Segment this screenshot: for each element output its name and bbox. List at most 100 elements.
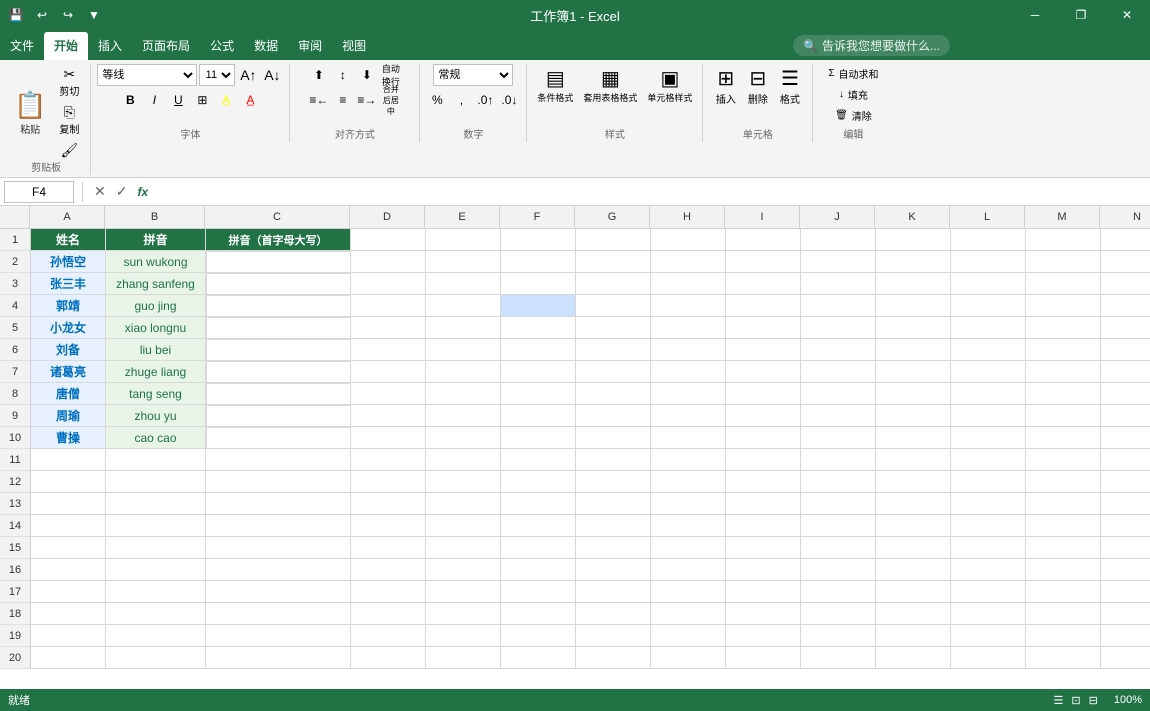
cell-r2-c14[interactable] bbox=[1101, 251, 1150, 273]
cell-r12-c4[interactable] bbox=[351, 471, 426, 493]
cell-r20-c14[interactable] bbox=[1101, 647, 1150, 669]
cell-r20-c2[interactable] bbox=[106, 647, 206, 669]
cell-r6-c10[interactable] bbox=[801, 339, 876, 361]
cell-r14-c7[interactable] bbox=[576, 515, 651, 537]
cell-r14-c1[interactable] bbox=[31, 515, 106, 537]
cell-r14-c14[interactable] bbox=[1101, 515, 1150, 537]
cell-r8-c4[interactable] bbox=[351, 383, 426, 405]
menu-home[interactable]: 开始 bbox=[44, 32, 88, 60]
cell-r18-c7[interactable] bbox=[576, 603, 651, 625]
cell-r5-c1[interactable]: 小龙女 bbox=[31, 317, 106, 339]
cell-r9-c6[interactable] bbox=[501, 405, 576, 427]
cell-r2-c13[interactable] bbox=[1026, 251, 1101, 273]
cell-r2-c8[interactable] bbox=[651, 251, 726, 273]
row-num-18[interactable]: 18 bbox=[0, 603, 30, 625]
cell-r8-c3[interactable] bbox=[206, 383, 351, 405]
sheet-page-break-view[interactable]: ⊟ bbox=[1089, 694, 1098, 707]
cell-r19-c11[interactable] bbox=[876, 625, 951, 647]
align-top-btn[interactable]: ⬆ bbox=[308, 64, 330, 86]
cell-r20-c10[interactable] bbox=[801, 647, 876, 669]
cell-r18-c2[interactable] bbox=[106, 603, 206, 625]
cell-r17-c11[interactable] bbox=[876, 581, 951, 603]
close-btn[interactable]: ✕ bbox=[1104, 0, 1150, 30]
sheet-page-layout-view[interactable]: ⊡ bbox=[1071, 694, 1080, 707]
col-header-i[interactable]: I bbox=[725, 206, 800, 228]
cell-r9-c7[interactable] bbox=[576, 405, 651, 427]
cell-r10-c6[interactable] bbox=[501, 427, 576, 449]
cell-r9-c14[interactable] bbox=[1101, 405, 1150, 427]
cell-r8-c13[interactable] bbox=[1026, 383, 1101, 405]
cell-r6-c13[interactable] bbox=[1026, 339, 1101, 361]
cell-r7-c13[interactable] bbox=[1026, 361, 1101, 383]
copy-btn[interactable]: ⎘ 复制 bbox=[54, 102, 84, 138]
cell-r6-c9[interactable] bbox=[726, 339, 801, 361]
cell-r20-c12[interactable] bbox=[951, 647, 1026, 669]
cell-r19-c1[interactable] bbox=[31, 625, 106, 647]
cell-r13-c5[interactable] bbox=[426, 493, 501, 515]
cell-r10-c14[interactable] bbox=[1101, 427, 1150, 449]
cell-r20-c3[interactable] bbox=[206, 647, 351, 669]
cell-r5-c7[interactable] bbox=[576, 317, 651, 339]
cell-r7-c8[interactable] bbox=[651, 361, 726, 383]
cell-r16-c4[interactable] bbox=[351, 559, 426, 581]
formula-confirm-btn[interactable]: ✓ bbox=[113, 183, 131, 200]
cell-r16-c3[interactable] bbox=[206, 559, 351, 581]
clear-btn[interactable]: 🗑 清除 bbox=[831, 106, 876, 125]
col-header-g[interactable]: G bbox=[575, 206, 650, 228]
cut-btn[interactable]: ✂ 剪切 bbox=[54, 64, 84, 100]
cell-r19-c13[interactable] bbox=[1026, 625, 1101, 647]
cell-r17-c3[interactable] bbox=[206, 581, 351, 603]
menu-insert[interactable]: 插入 bbox=[88, 32, 132, 60]
cell-r12-c7[interactable] bbox=[576, 471, 651, 493]
cell-r6-c6[interactable] bbox=[501, 339, 576, 361]
cell-r19-c3[interactable] bbox=[206, 625, 351, 647]
decimal-increase-btn[interactable]: .0↑ bbox=[474, 89, 496, 111]
row-num-2[interactable]: 2 bbox=[0, 251, 30, 273]
format-painter-btn[interactable]: 🖌 bbox=[54, 140, 84, 161]
row-num-16[interactable]: 16 bbox=[0, 559, 30, 581]
cell-r11-c2[interactable] bbox=[106, 449, 206, 471]
cell-r2-c3[interactable] bbox=[206, 251, 351, 273]
cell-r19-c4[interactable] bbox=[351, 625, 426, 647]
decimal-decrease-btn[interactable]: .0↓ bbox=[498, 89, 520, 111]
cell-r11-c13[interactable] bbox=[1026, 449, 1101, 471]
cell-r4-c4[interactable] bbox=[351, 295, 426, 317]
cell-r3-c5[interactable] bbox=[426, 273, 501, 295]
cell-r3-c11[interactable] bbox=[876, 273, 951, 295]
font-color-btn[interactable]: A̲ bbox=[239, 89, 261, 111]
cell-r13-c1[interactable] bbox=[31, 493, 106, 515]
cell-r7-c4[interactable] bbox=[351, 361, 426, 383]
cell-r19-c5[interactable] bbox=[426, 625, 501, 647]
cell-r19-c2[interactable] bbox=[106, 625, 206, 647]
cell-r18-c13[interactable] bbox=[1026, 603, 1101, 625]
cell-r6-c12[interactable] bbox=[951, 339, 1026, 361]
cell-r20-c4[interactable] bbox=[351, 647, 426, 669]
cell-r3-c1[interactable]: 张三丰 bbox=[31, 273, 106, 295]
cell-r5-c2[interactable]: xiao longnu bbox=[106, 317, 206, 339]
menu-view[interactable]: 视图 bbox=[332, 32, 376, 60]
cell-r15-c10[interactable] bbox=[801, 537, 876, 559]
cell-r2-c9[interactable] bbox=[726, 251, 801, 273]
cell-r20-c13[interactable] bbox=[1026, 647, 1101, 669]
font-name-select[interactable]: 等线 bbox=[97, 64, 197, 86]
cell-r17-c9[interactable] bbox=[726, 581, 801, 603]
col-header-e[interactable]: E bbox=[425, 206, 500, 228]
cell-r16-c14[interactable] bbox=[1101, 559, 1150, 581]
cell-r14-c6[interactable] bbox=[501, 515, 576, 537]
cell-r11-c14[interactable] bbox=[1101, 449, 1150, 471]
cell-r11-c4[interactable] bbox=[351, 449, 426, 471]
cell-r19-c10[interactable] bbox=[801, 625, 876, 647]
conditional-format-btn[interactable]: ▤ 条件格式 bbox=[533, 64, 577, 106]
cell-r8-c2[interactable]: tang seng bbox=[106, 383, 206, 405]
align-left-btn[interactable]: ≡← bbox=[308, 89, 330, 111]
font-decrease-btn[interactable]: A↓ bbox=[261, 64, 283, 86]
cell-r19-c6[interactable] bbox=[501, 625, 576, 647]
cell-r2-c1[interactable]: 孙悟空 bbox=[31, 251, 106, 273]
cell-r14-c13[interactable] bbox=[1026, 515, 1101, 537]
cell-r10-c2[interactable]: cao cao bbox=[106, 427, 206, 449]
cell-r15-c2[interactable] bbox=[106, 537, 206, 559]
cell-r1-c2[interactable]: 拼音 bbox=[106, 229, 206, 251]
cell-r12-c12[interactable] bbox=[951, 471, 1026, 493]
cell-r8-c8[interactable] bbox=[651, 383, 726, 405]
cell-r17-c12[interactable] bbox=[951, 581, 1026, 603]
